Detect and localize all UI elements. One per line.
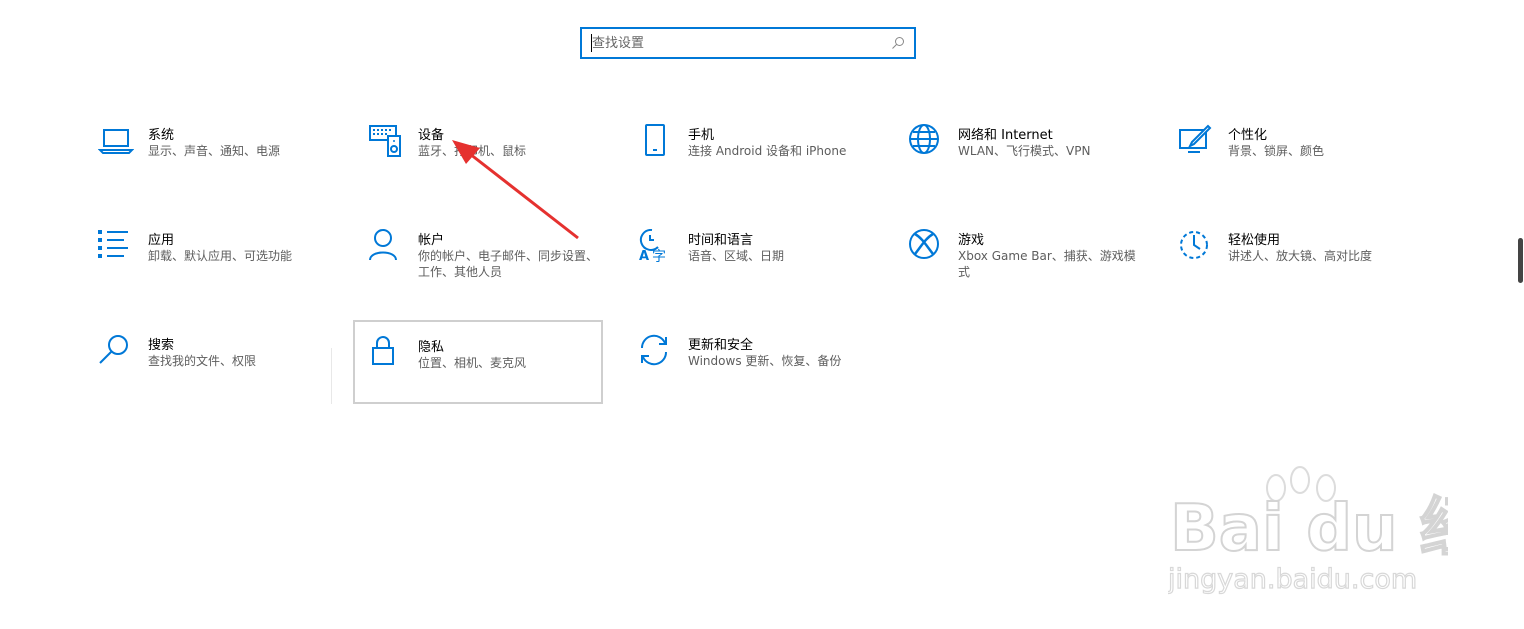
tile-title: 手机 [688,128,715,143]
tile-title: 隐私 [418,340,445,355]
divider [331,348,332,404]
tile-title: 更新和安全 [688,338,754,353]
tile-desc: 语音、区域、日期 [688,249,785,263]
tile-system[interactable]: 系统 显示、声音、通知、电源 [88,124,338,208]
person-icon [369,229,397,261]
search-icon [99,335,128,364]
tile-ease-of-access[interactable]: 轻松使用 讲述人、放大镜、高对比度 [1168,229,1418,313]
tile-desc: Windows 更新、恢复、备份 [688,354,842,368]
lock-icon [372,336,394,365]
search-input[interactable] [592,33,882,53]
annotation-arrow [452,140,579,240]
apps-list-icon [98,230,128,258]
tile-phone[interactable]: 手机 连接 Android 设备和 iPhone [628,124,878,208]
keyboard-speaker-icon [369,125,401,157]
tile-title: 个性化 [1228,128,1268,143]
globe-icon [909,124,939,154]
tile-privacy[interactable]: 隐私 位置、相机、麦克风 [353,320,603,404]
scrollbar-thumb[interactable] [1518,238,1523,283]
tile-search[interactable]: 搜索 查找我的文件、权限 [88,334,338,418]
baidu-watermark: Bai du 经验 jingyan.baidu.com [1168,466,1448,596]
tile-desc: 你的帐户、电子邮件、同步设置、工作、其他人员 [418,249,599,279]
watermark-url: jingyan.baidu.com [1168,564,1417,595]
svg-text:A: A [639,249,649,264]
tile-title: 时间和语言 [688,233,754,248]
time-language-icon: A 字 [639,229,666,265]
tile-personalization[interactable]: 个性化 背景、锁屏、颜色 [1168,124,1418,208]
tile-gaming[interactable]: 游戏 Xbox Game Bar、捕获、游戏模式 [898,229,1148,313]
search-box[interactable] [580,27,916,59]
tile-desc: 显示、声音、通知、电源 [148,144,281,158]
tile-title: 系统 [148,128,175,143]
tile-network[interactable]: 网络和 Internet WLAN、飞行模式、VPN [898,124,1148,208]
tile-desc: WLAN、飞行模式、VPN [958,144,1091,158]
phone-icon [645,124,665,156]
search-icon[interactable] [890,35,906,51]
tile-desc: 讲述人、放大镜、高对比度 [1228,249,1373,263]
tile-desc: 背景、锁屏、颜色 [1228,144,1325,158]
tile-title: 游戏 [958,233,985,248]
sync-icon [640,334,668,366]
tile-desc: 位置、相机、麦克风 [418,356,527,370]
ease-of-access-icon [1180,231,1208,259]
xbox-icon [909,229,939,259]
tile-title: 轻松使用 [1228,233,1281,248]
tile-title: 网络和 Internet [958,128,1053,143]
tile-desc: Xbox Game Bar、捕获、游戏模式 [958,249,1136,279]
watermark-brand: Bai du 经验 [1170,492,1448,566]
tile-apps[interactable]: 应用 卸载、默认应用、可选功能 [88,229,338,313]
tile-update-security[interactable]: 更新和安全 Windows 更新、恢复、备份 [628,334,878,418]
svg-text:字: 字 [652,249,666,265]
paint-icon [1179,124,1212,153]
tile-desc: 卸载、默认应用、可选功能 [148,249,293,263]
tile-title: 搜索 [148,338,175,353]
tile-desc: 查找我的文件、权限 [148,354,257,368]
tile-title: 应用 [148,233,175,248]
tile-time-language[interactable]: A 字 时间和语言 语音、区域、日期 [628,229,878,313]
tile-desc: 连接 Android 设备和 iPhone [688,144,847,158]
laptop-icon [98,129,134,154]
